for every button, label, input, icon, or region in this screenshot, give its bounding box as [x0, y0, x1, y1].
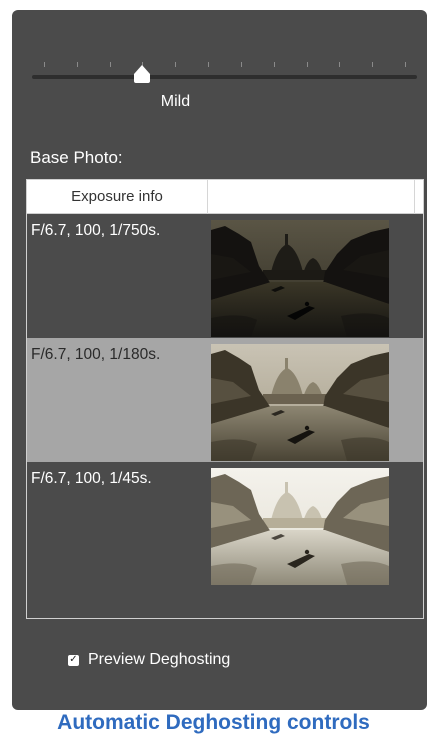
exposure-info-cell: F/6.7, 100, 1/45s.: [31, 470, 152, 487]
base-photo-label: Base Photo:: [30, 148, 123, 167]
slider-tick: [405, 62, 406, 67]
column-header-exposure-info[interactable]: Exposure info: [27, 180, 208, 214]
table-row[interactable]: F/6.7, 100, 1/180s.: [27, 338, 423, 462]
deghosting-amount-slider[interactable]: Mild: [32, 48, 417, 118]
photo-thumbnail: [211, 338, 389, 462]
slider-tick: [273, 62, 275, 67]
slider-tick: [306, 62, 308, 67]
canal-photo-image: [211, 468, 389, 585]
slider-tick: [339, 62, 341, 67]
column-header-photo[interactable]: [208, 180, 415, 214]
slider-thumb-icon: [134, 65, 151, 83]
column-header-spacer: [415, 180, 423, 214]
checkmark-icon: ✓: [69, 653, 78, 665]
slider-thumb[interactable]: [132, 64, 152, 84]
checkbox-box[interactable]: ✓: [68, 653, 79, 666]
exposure-info-cell: F/6.7, 100, 1/750s.: [31, 222, 161, 239]
photo-thumbnail: [211, 462, 389, 586]
slider-value-label: Mild: [160, 93, 191, 110]
figure-caption: Automatic Deghosting controls: [57, 711, 370, 734]
slider-tick: [240, 62, 242, 67]
slider-tick: [44, 62, 45, 67]
preview-deghosting-checkbox[interactable]: ✓ Preview Deghosting: [68, 651, 230, 669]
slider-tick: [208, 62, 210, 67]
slider-tick: [76, 62, 78, 67]
exposure-info-cell: F/6.7, 100, 1/180s.: [31, 346, 161, 363]
base-photo-table: Exposure info F/6.7, 100, 1/750s. F/6.7,…: [26, 179, 424, 619]
canal-photo-image: [211, 220, 389, 337]
slider-tick: [109, 62, 111, 67]
preview-deghosting-label: Preview Deghosting: [88, 651, 231, 668]
table-row[interactable]: F/6.7, 100, 1/45s.: [27, 462, 423, 586]
slider-tick: [372, 62, 374, 67]
photo-thumbnail: [211, 214, 389, 338]
table-row[interactable]: F/6.7, 100, 1/750s.: [27, 214, 423, 338]
deghosting-panel: Mild Base Photo: Exposure info F/6.7, 10…: [12, 10, 427, 710]
table-header: Exposure info: [27, 180, 423, 214]
slider-tick: [175, 62, 177, 67]
canal-photo-image: [211, 344, 389, 461]
slider-track[interactable]: [32, 75, 417, 79]
slider-ticks: [32, 62, 417, 68]
